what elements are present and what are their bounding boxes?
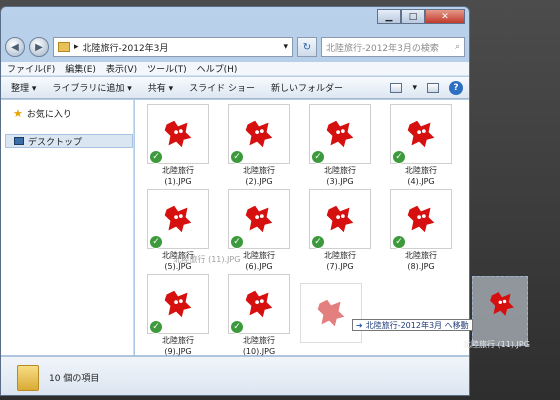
file-tile[interactable]: ✓ 北陸旅行 (9).JPG [147, 274, 209, 362]
nav-favorites[interactable]: ★ お気に入り [13, 106, 72, 120]
image-thumbnail-icon [245, 120, 273, 148]
image-thumbnail-icon [164, 205, 192, 233]
sync-check-icon: ✓ [230, 235, 244, 249]
search-icon: ⌕ [454, 42, 460, 52]
view-options-icon[interactable] [390, 82, 403, 93]
explorer-window: ▁ □ ✕ ◀ ▶ ▸ 北陸旅行-2012年3月 ▾ ↻ 北陸旅行-2012年3… [0, 6, 470, 396]
maximize-button[interactable]: □ [401, 9, 425, 24]
file-name: 北陸旅行 (4).JPG [405, 166, 437, 186]
image-thumbnail-icon [326, 205, 354, 233]
file-tile[interactable]: ✓ 北陸旅行 (1).JPG [147, 104, 209, 192]
sync-check-icon: ✓ [149, 150, 163, 164]
nav-desktop-label: デスクトップ [28, 137, 83, 148]
ghost-file-label: 北陸旅行 (11).JPG [173, 255, 241, 264]
file-tile[interactable]: ✓ 北陸旅行 (4).JPG [390, 104, 452, 192]
sync-check-icon: ✓ [149, 320, 163, 334]
file-name: 北陸旅行 (1).JPG [162, 166, 194, 186]
image-thumbnail-icon [490, 292, 514, 316]
file-name: 北陸旅行 (3).JPG [324, 166, 356, 186]
move-tooltip-text: 北陸旅行-2012年3月 へ移動 [365, 320, 469, 330]
image-thumbnail-icon [317, 299, 345, 327]
preview-pane-icon[interactable] [427, 82, 439, 93]
file-tile[interactable]: ✓ 北陸旅行 (2).JPG [228, 104, 290, 192]
share-button[interactable]: 共有 ▾ [144, 79, 177, 96]
menu-view[interactable]: 表示(V) [106, 62, 137, 75]
new-folder-button[interactable]: 新しいフォルダー [267, 79, 347, 96]
drag-file-label: 北陸旅行 (11).JPG [463, 340, 530, 349]
drag-image: 北陸旅行 (11).JPG [463, 276, 530, 349]
help-icon[interactable]: ? [449, 80, 463, 95]
file-list: ✓ 北陸旅行 (1).JPG ✓ 北陸旅行 (2).JPG ✓ 北陸旅行 (3).JPG ✓ 北陸旅… [135, 100, 469, 356]
image-thumbnail-icon [407, 205, 435, 233]
image-thumbnail-icon [245, 205, 273, 233]
forward-button[interactable]: ▶ [29, 37, 49, 57]
folder-icon [58, 42, 70, 52]
image-thumbnail-icon [164, 290, 192, 318]
menu-tools[interactable]: ツール(T) [147, 62, 187, 75]
search-placeholder: 北陸旅行-2012年3月の検索 [326, 43, 439, 54]
file-name: 北陸旅行 (10).JPG [242, 336, 276, 356]
file-tile[interactable]: ✓ 北陸旅行 (10).JPG [228, 274, 290, 362]
move-tooltip: ➜ 北陸旅行-2012年3月 へ移動 [352, 319, 473, 331]
view-dropdown-icon[interactable]: ▾ [412, 83, 417, 93]
sync-check-icon: ✓ [230, 320, 244, 334]
command-bar: 整理 ▾ ライブラリに追加 ▾ 共有 ▾ スライド ショー 新しいフォルダー ▾… [1, 77, 469, 99]
caption-buttons: ▁ □ ✕ [377, 9, 465, 24]
command-bar-right: ▾ ? [390, 80, 463, 95]
image-thumbnail-icon [407, 120, 435, 148]
menu-edit[interactable]: 編集(E) [65, 62, 96, 75]
file-name: 北陸旅行 (8).JPG [405, 251, 437, 271]
address-separator: ▸ [74, 42, 79, 52]
sync-check-icon: ✓ [392, 235, 406, 249]
nav-desktop[interactable]: デスクトップ [5, 134, 133, 148]
file-name: 北陸旅行 (7).JPG [324, 251, 356, 271]
menu-help[interactable]: ヘルプ(H) [197, 62, 238, 75]
address-bar[interactable]: ▸ 北陸旅行-2012年3月 ▾ [53, 37, 293, 57]
desktop-icon [14, 137, 24, 145]
sync-check-icon: ✓ [311, 150, 325, 164]
navigation-row: ◀ ▶ ▸ 北陸旅行-2012年3月 ▾ ↻ 北陸旅行-2012年3月の検索 ⌕ [5, 34, 465, 60]
file-name: 北陸旅行 (9).JPG [162, 336, 194, 356]
image-thumbnail-icon [326, 120, 354, 148]
add-to-library-button[interactable]: ライブラリに追加 ▾ [48, 79, 135, 96]
image-thumbnail-icon [245, 290, 273, 318]
minimize-button[interactable]: ▁ [377, 9, 401, 24]
details-pane: 10 個の項目 [1, 356, 469, 395]
menu-bar: ファイル(F) 編集(E) 表示(V) ツール(T) ヘルプ(H) [1, 62, 469, 76]
ghost-thumbnail [300, 283, 362, 343]
back-button[interactable]: ◀ [5, 37, 25, 57]
refresh-button[interactable]: ↻ [297, 37, 317, 57]
file-tile[interactable]: ✓ 北陸旅行 (8).JPG [390, 189, 452, 277]
close-button[interactable]: ✕ [425, 9, 465, 24]
image-thumbnail-icon [164, 120, 192, 148]
folder-icon [17, 364, 39, 391]
file-name: 北陸旅行 (2).JPG [243, 166, 275, 186]
star-icon: ★ [13, 106, 23, 120]
organize-button[interactable]: 整理 ▾ [7, 79, 40, 96]
nav-favorites-label: お気に入り [26, 109, 72, 120]
sync-check-icon: ✓ [392, 150, 406, 164]
chevron-down-icon[interactable]: ▾ [283, 42, 288, 52]
sync-check-icon: ✓ [230, 150, 244, 164]
move-arrow-icon: ➜ [356, 320, 363, 330]
menu-file[interactable]: ファイル(F) [7, 62, 55, 75]
file-tile[interactable]: ✓ 北陸旅行 (3).JPG [309, 104, 371, 192]
search-input[interactable]: 北陸旅行-2012年3月の検索 ⌕ [321, 37, 465, 57]
sync-check-icon: ✓ [311, 235, 325, 249]
navigation-pane: ★ お気に入り デスクトップ [1, 100, 134, 355]
file-tile[interactable]: ✓ 北陸旅行 (7).JPG [309, 189, 371, 277]
breadcrumb-current[interactable]: 北陸旅行-2012年3月 [83, 41, 169, 54]
sync-check-icon: ✓ [149, 235, 163, 249]
item-count: 10 個の項目 [49, 374, 100, 384]
slideshow-button[interactable]: スライド ショー [185, 79, 259, 96]
